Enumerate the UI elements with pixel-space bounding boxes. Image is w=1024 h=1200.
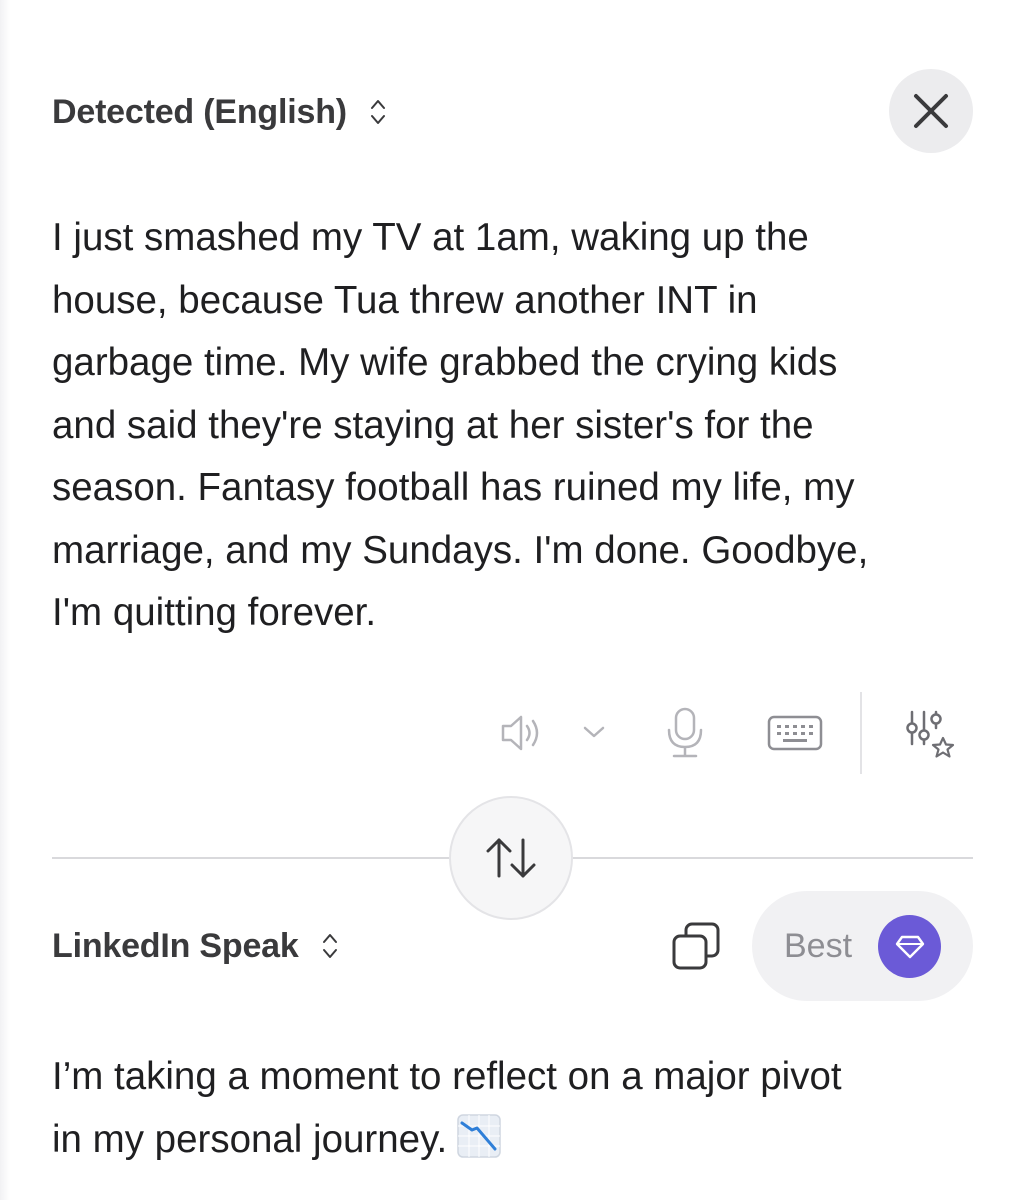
close-icon [914,94,948,128]
output-text-line: in my personal journey. [52,1109,972,1172]
speaker-icon[interactable] [498,710,546,756]
target-language-selector[interactable]: LinkedIn Speak [52,922,339,970]
source-text-line: I'm quitting forever. [52,591,377,634]
sliders-star-icon[interactable] [904,708,958,762]
source-language-label: Detected (English) [52,92,347,131]
source-text[interactable]: I just smashed my TV at 1am, waking up t… [52,207,972,645]
quality-label: Best [784,926,853,965]
gem-icon [895,935,924,958]
swap-arrows-icon [486,838,536,878]
source-text-line: I just smashed my TV at 1am, waking up t… [52,216,809,259]
source-text-line: house, because Tua threw another INT in [52,278,758,322]
source-text-line: and said they're staying at her sister's… [52,403,814,447]
left-edge-shade [0,0,10,1200]
chevron-down-icon[interactable] [582,724,606,740]
microphone-icon[interactable] [664,706,706,760]
gem-badge [878,915,941,978]
output-text-line: I’m taking a moment to reflect on a majo… [52,1055,842,1098]
quality-selector[interactable]: Best [752,891,973,1001]
close-button[interactable] [889,69,973,153]
swap-languages-button[interactable] [449,796,573,920]
source-text-line: season. Fantasy football has ruined my l… [52,466,855,509]
keyboard-icon[interactable] [766,714,824,752]
toolbar-divider [860,692,862,774]
chevron-updown-icon [370,100,385,124]
output-text[interactable]: I’m taking a moment to reflect on a majo… [52,1046,972,1171]
output-text-line-content: in my personal journey. [52,1117,448,1161]
source-language-selector[interactable]: Detected (English) [52,88,387,136]
copy-icon[interactable] [670,920,722,972]
chevron-updown-icon [322,934,337,958]
source-text-line: garbage time. My wife grabbed the crying… [52,341,838,384]
source-text-line: marriage, and my Sundays. I'm done. Good… [52,528,869,572]
target-language-label: LinkedIn Speak [52,926,299,965]
chart-decreasing-icon [457,1113,501,1158]
